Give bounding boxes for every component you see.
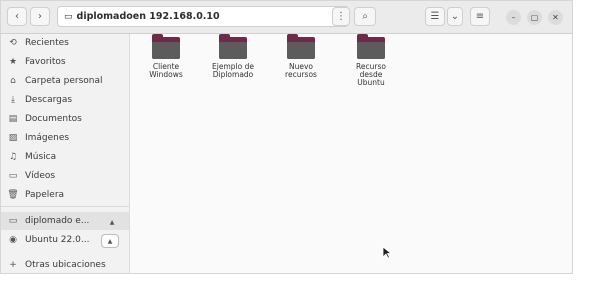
sidebar-item-label: Recientes — [25, 38, 69, 48]
video-icon: ▭ — [8, 171, 18, 181]
back-button[interactable]: ‹ — [7, 7, 27, 26]
sidebar-item-label: Carpeta personal — [25, 76, 103, 86]
search-button[interactable]: ⌕ — [354, 7, 376, 26]
sidebar-item-label: diplomado e... — [25, 216, 90, 226]
trash-icon: 🗑 — [7, 190, 19, 200]
folder-label: Cliente Windows — [149, 62, 183, 79]
folder-item[interactable]: Cliente Windows — [136, 34, 196, 79]
eject-icon[interactable]: ▲ — [103, 215, 121, 229]
sidebar-item-label: Imágenes — [25, 133, 70, 143]
sidebar-item-descargas[interactable]: ⤓ Descargas — [1, 91, 129, 109]
disc-icon: ◉ — [9, 235, 17, 245]
sidebar-item-label: Música — [25, 152, 57, 162]
path-rest: en 192.168.0.10 — [132, 11, 220, 22]
sidebar-item-label: Otras ubicaciones — [25, 260, 106, 270]
file-manager-window: ‹ › ▭ diplomado en 192.168.0.10 ⋮ ⌕ ☰ ⌄ … — [0, 0, 573, 274]
music-icon: ♫ — [8, 152, 18, 162]
folder-icon: ▭ — [64, 11, 73, 22]
sidebar-item-label: Favoritos — [25, 57, 66, 67]
folder-label: Recurso desde Ubuntu — [356, 62, 386, 87]
sidebar-item-videos[interactable]: ▭ Vídeos — [1, 167, 129, 185]
recent-icon: ⟲ — [9, 38, 17, 48]
sidebar-item-label: Vídeos — [25, 171, 56, 181]
sidebar-item-favoritos[interactable]: ★ Favoritos — [1, 53, 129, 71]
home-icon: ⌂ — [10, 76, 16, 86]
sidebar-item-recientes[interactable]: ⟲ Recientes — [1, 34, 129, 52]
path-menu-button[interactable]: ⋮ — [332, 7, 350, 26]
folder-label: Nuevo recursos — [285, 62, 317, 79]
path-host: diplomado — [76, 11, 133, 22]
sidebar-item-documentos[interactable]: ▤ Documentos — [1, 110, 129, 128]
star-icon: ★ — [8, 57, 18, 67]
sidebar-item-musica[interactable]: ♫ Música — [1, 148, 129, 166]
plus-icon: + — [9, 260, 17, 270]
mouse-cursor-icon — [382, 246, 392, 259]
view-options-button[interactable]: ⌄ — [447, 7, 463, 26]
image-icon: ▨ — [8, 133, 18, 143]
folder-icon — [357, 34, 385, 59]
sidebar-item-label: Papelera — [25, 190, 65, 200]
main-menu-button[interactable]: ≡ — [470, 7, 490, 26]
maximize-button[interactable]: ▢ — [527, 10, 542, 25]
sidebar-item-label: Documentos — [25, 114, 82, 124]
minimize-button[interactable]: – — [506, 10, 521, 25]
folder-icon — [287, 34, 315, 59]
forward-button[interactable]: › — [30, 7, 50, 26]
sidebar-item-imagenes[interactable]: ▨ Imágenes — [1, 129, 129, 147]
header-bar: ‹ › ▭ diplomado en 192.168.0.10 ⋮ ⌕ ☰ ⌄ … — [1, 1, 572, 34]
network-folder-icon: ▭ — [8, 216, 18, 226]
folder-icon — [219, 34, 247, 59]
eject-icon[interactable]: ▲ — [101, 234, 119, 248]
sidebar-item-carpeta-personal[interactable]: ⌂ Carpeta personal — [1, 72, 129, 90]
sidebar-item-label: Ubuntu 22.0... — [25, 235, 90, 245]
folder-item[interactable]: Nuevo recursos — [271, 34, 331, 79]
folder-icon — [152, 34, 180, 59]
download-icon: ⤓ — [11, 95, 15, 105]
close-button[interactable]: ✕ — [548, 10, 563, 25]
folder-item[interactable]: Recurso desde Ubuntu — [341, 34, 401, 87]
sidebar: ⟲ Recientes ★ Favoritos ⌂ Carpeta personal … — [1, 34, 130, 273]
folder-label: Ejemplo de Diplomado — [212, 62, 254, 79]
sidebar-item-papelera[interactable]: 🗑 Papelera — [1, 186, 129, 204]
list-view-button[interactable]: ☰ — [425, 7, 445, 26]
sidebar-item-label: Descargas — [25, 95, 73, 105]
document-icon: ▤ — [8, 114, 18, 124]
sidebar-item-otras-ubicaciones[interactable]: + Otras ubicaciones — [1, 256, 129, 274]
path-bar[interactable]: ▭ diplomado en 192.168.0.10 — [57, 6, 349, 27]
folder-item[interactable]: Ejemplo de Diplomado — [203, 34, 263, 79]
sidebar-separator — [1, 206, 129, 207]
